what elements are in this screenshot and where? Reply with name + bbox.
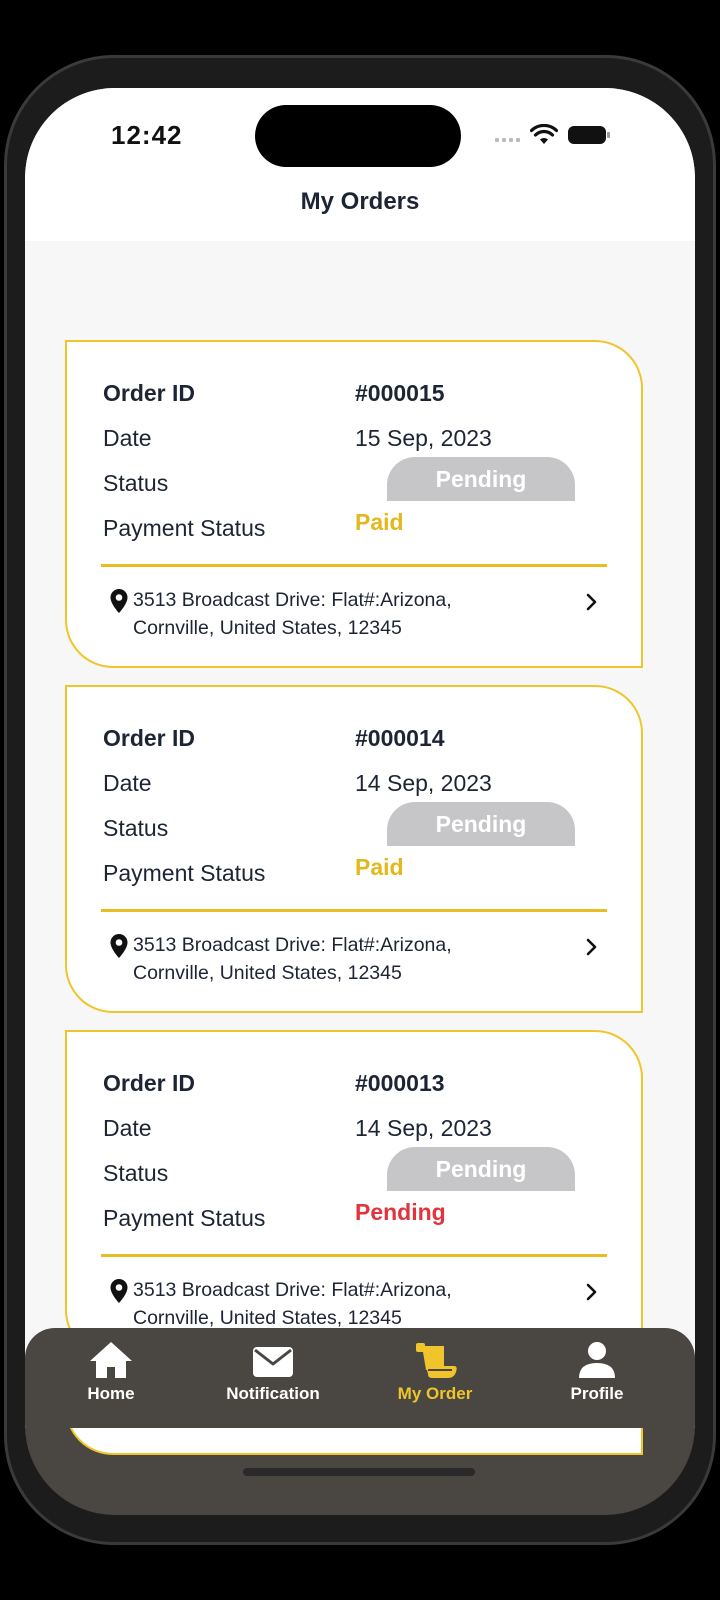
order-id-label: Order ID (103, 380, 196, 406)
date-value: 14 Sep, 2023 (355, 770, 492, 796)
phone-screen-wrapper: 12:42 My Orders Order ID #000015 Date 15… (25, 88, 695, 1515)
payment-status-value: Paid (355, 509, 404, 535)
orders-list[interactable]: Order ID #000015 Date 15 Sep, 2023 Statu… (25, 241, 695, 1455)
order-card[interactable]: Order ID #000015 Date 15 Sep, 2023 Statu… (65, 340, 643, 668)
status-icons (495, 124, 610, 146)
payment-status-label: Payment Status (103, 1205, 266, 1231)
status-badge: Pending (387, 457, 575, 501)
order-card[interactable]: Order ID #000013 Date 14 Sep, 2023 Statu… (65, 1030, 643, 1358)
top-bar: 12:42 My Orders (25, 88, 695, 241)
divider (101, 564, 607, 567)
nav-label: Home (87, 1384, 135, 1403)
payment-status-label: Payment Status (103, 515, 266, 541)
status-badge: Pending (387, 802, 575, 846)
divider (101, 909, 607, 912)
status-badge: Pending (387, 1147, 575, 1191)
delivery-address: 3513 Broadcast Drive: Flat#:Arizona, Cor… (133, 1276, 553, 1332)
home-icon (90, 1342, 132, 1378)
cellular-signal-icon (495, 128, 520, 142)
payment-status-value: Pending (355, 1199, 446, 1225)
date-label: Date (103, 770, 152, 796)
status-label: Status (103, 1160, 169, 1186)
user-icon (579, 1342, 615, 1378)
order-id-label: Order ID (103, 725, 196, 751)
order-id-value: #000015 (355, 380, 445, 406)
bottom-navigation: Home Notification My Order Profile (25, 1328, 695, 1428)
status-time: 12:42 (111, 120, 183, 150)
nav-label: My Order (397, 1384, 473, 1403)
location-pin-icon (110, 589, 128, 613)
page-title: My Orders (300, 188, 420, 215)
order-id-label: Order ID (103, 1070, 196, 1096)
address-line-2: Cornville, United States, 12345 (133, 962, 402, 984)
nav-label: Profile (570, 1384, 624, 1403)
address-line-1: 3513 Broadcast Drive: Flat#:Arizona, (133, 589, 452, 611)
home-indicator[interactable] (243, 1468, 475, 1476)
order-card[interactable]: Order ID #000014 Date 14 Sep, 2023 Statu… (65, 685, 643, 1013)
chevron-right-icon[interactable] (585, 937, 599, 957)
address-line-1: 3513 Broadcast Drive: Flat#:Arizona, (133, 1279, 452, 1301)
nav-my-order[interactable]: My Order (365, 1340, 505, 1404)
chevron-right-icon[interactable] (585, 1282, 599, 1302)
date-value: 14 Sep, 2023 (355, 1115, 492, 1141)
delivery-address: 3513 Broadcast Drive: Flat#:Arizona, Cor… (133, 931, 553, 987)
battery-icon (568, 126, 610, 144)
payment-status-label: Payment Status (103, 860, 266, 886)
delivery-address: 3513 Broadcast Drive: Flat#:Arizona, Cor… (133, 586, 553, 642)
nav-notification[interactable]: Notification (203, 1340, 343, 1404)
envelope-icon (253, 1347, 293, 1377)
nav-profile[interactable]: Profile (527, 1340, 667, 1404)
order-id-value: #000013 (355, 1070, 445, 1096)
nav-label: Notification (226, 1384, 320, 1403)
divider (101, 1254, 607, 1257)
app-screen: 12:42 My Orders Order ID #000015 Date 15… (25, 88, 695, 1455)
phone-frame: 12:42 My Orders Order ID #000015 Date 15… (4, 55, 716, 1545)
chevron-right-icon[interactable] (585, 592, 599, 612)
location-pin-icon (110, 1279, 128, 1303)
address-line-1: 3513 Broadcast Drive: Flat#:Arizona, (133, 934, 452, 956)
address-line-2: Cornville, United States, 12345 (133, 617, 402, 639)
date-label: Date (103, 1115, 152, 1141)
date-value: 15 Sep, 2023 (355, 425, 492, 451)
nav-home[interactable]: Home (41, 1340, 181, 1404)
order-id-value: #000014 (355, 725, 445, 751)
payment-status-value: Paid (355, 854, 404, 880)
status-label: Status (103, 815, 169, 841)
date-label: Date (103, 425, 152, 451)
wifi-icon (530, 124, 558, 144)
scroll-icon (416, 1343, 457, 1378)
status-label: Status (103, 470, 169, 496)
dynamic-island (255, 105, 461, 167)
location-pin-icon (110, 934, 128, 958)
